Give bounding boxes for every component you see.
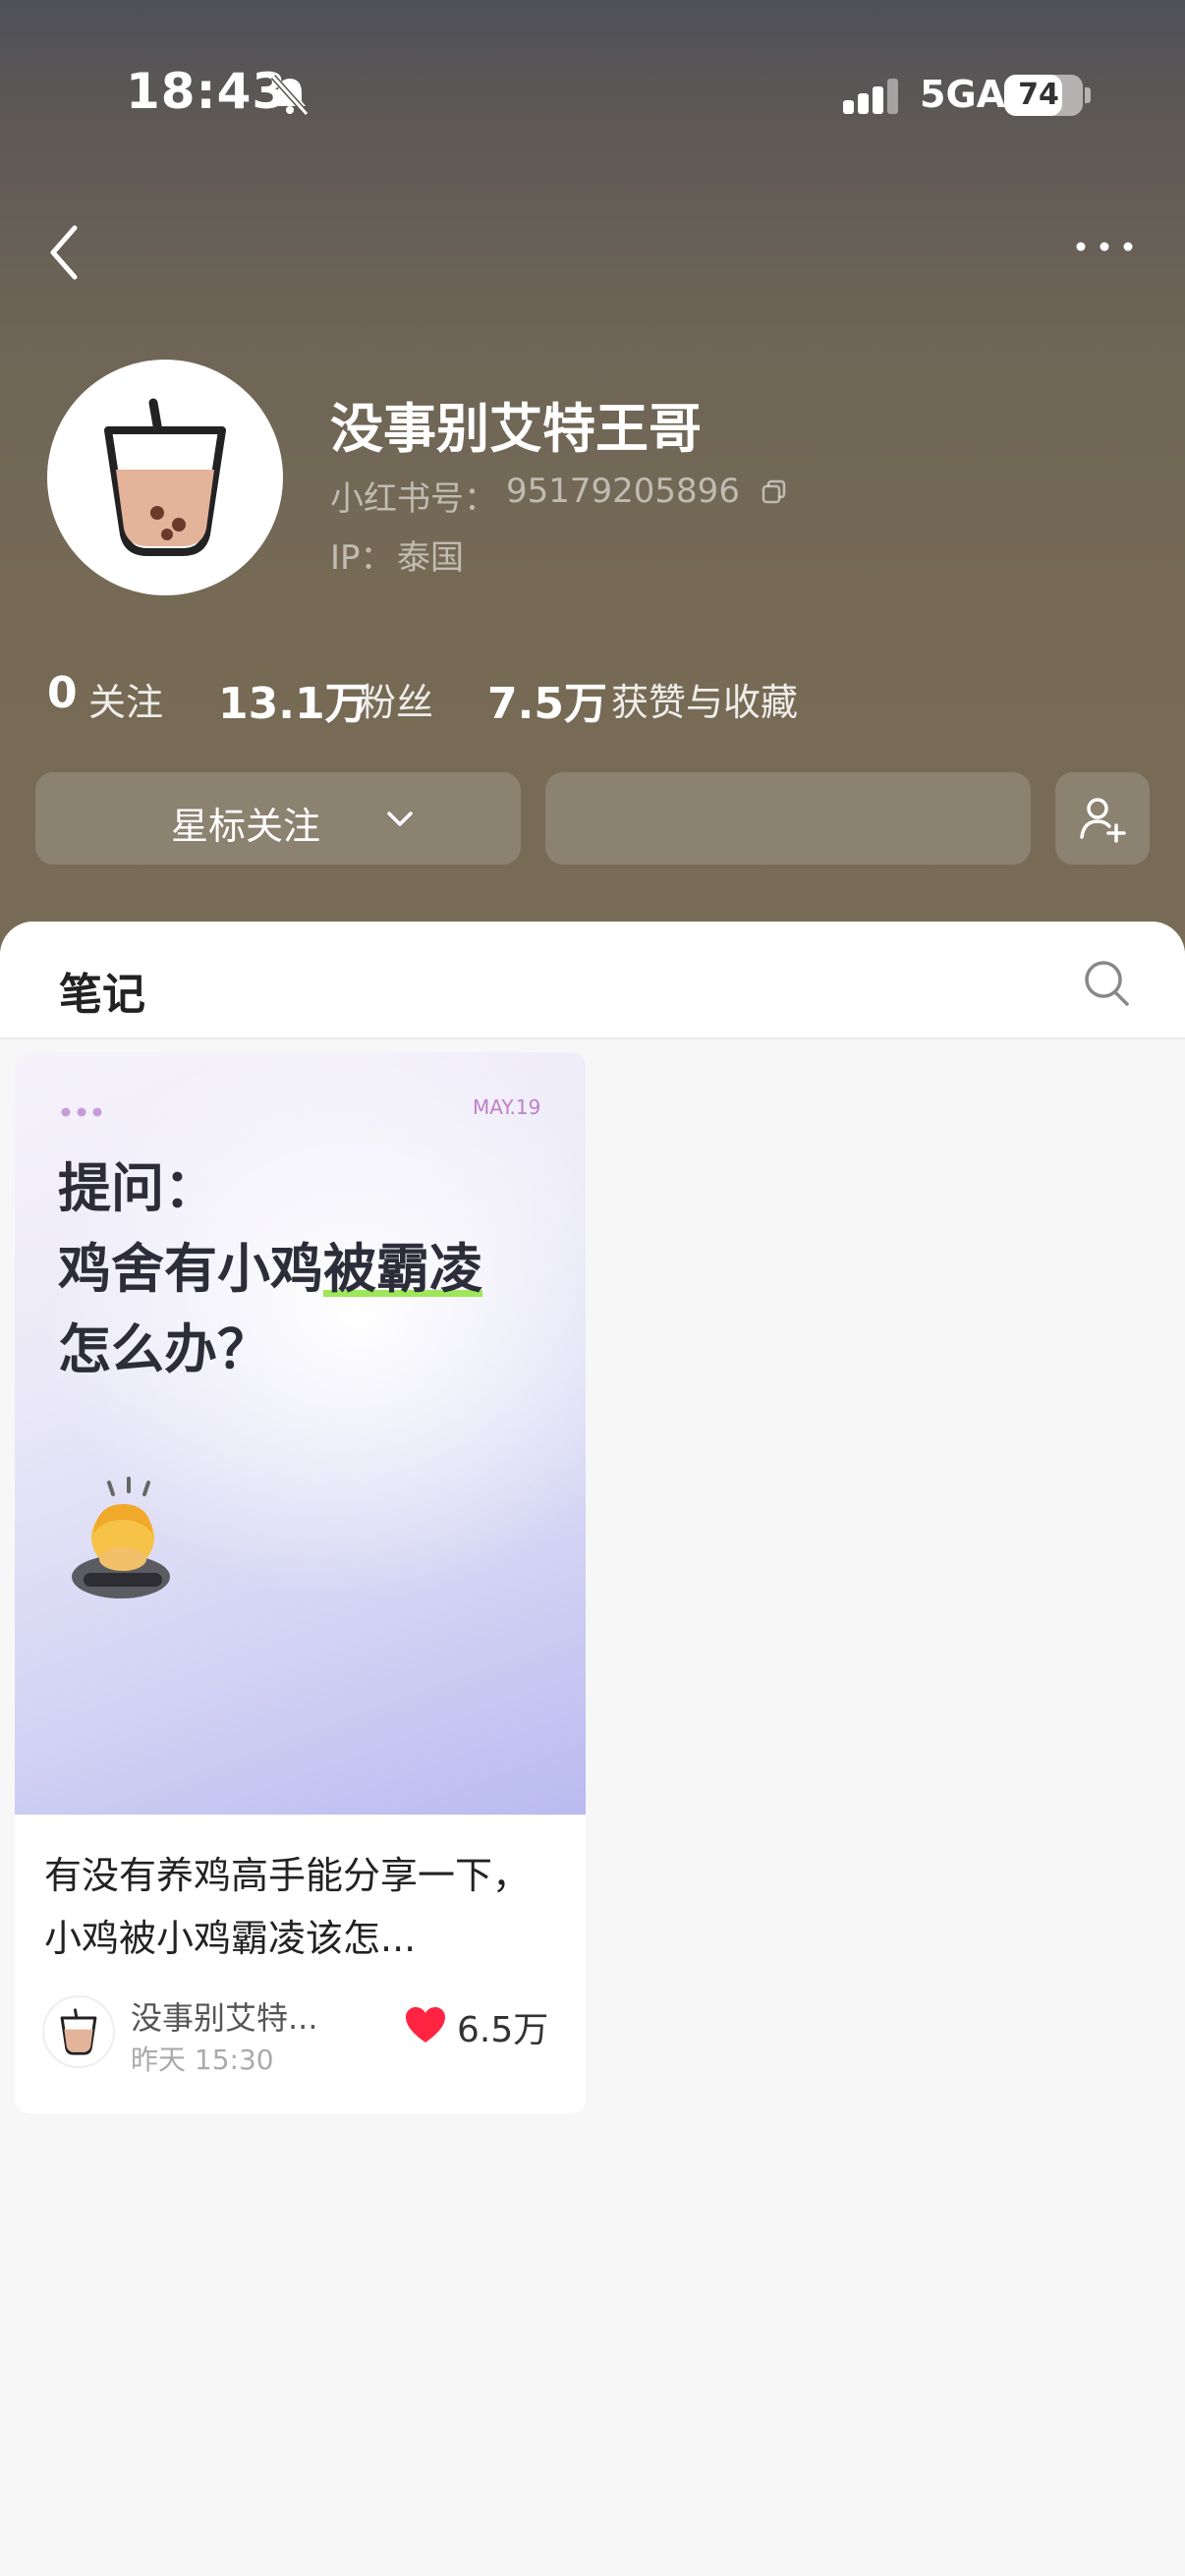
profile-header: 18:43 5GA 74 没事别艾特王哥 小红书号： 95179205896 I… bbox=[0, 0, 1185, 982]
search-icon[interactable] bbox=[1081, 957, 1132, 1008]
status-bar: 18:43 5GA 74 bbox=[0, 0, 1185, 196]
note-time: 昨天 15:30 bbox=[131, 2044, 274, 2076]
cover-date: MAY.19 bbox=[473, 1095, 541, 1119]
note-card[interactable]: MAY.19 提问： 鸡舍有小鸡被霸凌 怎么办？ 有没有养鸡高手能分享一下，小鸡… bbox=[15, 1052, 586, 2113]
star-follow-button[interactable]: 星标关注 bbox=[35, 772, 521, 865]
add-friend-button[interactable] bbox=[1055, 772, 1150, 865]
tab-bar: 笔记 bbox=[0, 922, 1185, 1039]
avatar[interactable] bbox=[47, 360, 283, 595]
back-icon[interactable] bbox=[43, 218, 86, 287]
note-likes: 6.5万 bbox=[457, 2010, 549, 2050]
chevron-down-icon bbox=[387, 812, 413, 826]
red-id-value: 95179205896 bbox=[506, 472, 740, 511]
cover-line-2a: 鸡舍有小鸡 bbox=[58, 1238, 323, 1300]
bubble-tea-icon bbox=[60, 2008, 97, 2055]
likes-label[interactable]: 获赞与收藏 bbox=[611, 672, 798, 726]
ip-label: IP： bbox=[330, 538, 394, 578]
signal-icon bbox=[843, 79, 898, 114]
bowing-person-icon bbox=[72, 1477, 170, 1598]
cover-highlight: 被霸凌 bbox=[323, 1238, 482, 1300]
note-title[interactable]: 有没有养鸡高手能分享一下，小鸡被小鸡霸凌该怎... bbox=[44, 1844, 555, 1970]
notes-panel: 笔记 MAY.19 提问： 鸡舍有小鸡被霸凌 怎么办？ 有没有养鸡高手能分享一下… bbox=[0, 922, 1185, 2576]
cover-dots-icon bbox=[61, 1107, 102, 1117]
network-type: 5GA bbox=[920, 73, 1006, 116]
tab-notes[interactable]: 笔记 bbox=[59, 959, 145, 1022]
status-time: 18:43 bbox=[126, 63, 288, 120]
cover-line-3: 怎么办？ bbox=[58, 1318, 270, 1380]
add-friend-icon bbox=[1080, 798, 1126, 843]
more-icon[interactable] bbox=[1073, 232, 1136, 261]
battery-icon: 74 bbox=[1004, 75, 1083, 116]
cover-line-1: 提问： bbox=[58, 1157, 217, 1219]
following-label[interactable]: 关注 bbox=[88, 672, 163, 726]
heart-icon[interactable] bbox=[404, 2005, 447, 2044]
following-count[interactable]: 0 bbox=[47, 668, 78, 718]
followers-label[interactable]: 粉丝 bbox=[359, 672, 433, 726]
note-cover[interactable]: MAY.19 提问： 鸡舍有小鸡被霸凌 怎么办？ bbox=[15, 1052, 586, 1815]
followers-count[interactable]: 13.1万 bbox=[218, 668, 368, 731]
bubble-tea-icon bbox=[104, 398, 226, 556]
likes-count[interactable]: 7.5万 bbox=[487, 668, 607, 731]
nickname: 没事别艾特王哥 bbox=[330, 398, 702, 460]
star-follow-label: 星标关注 bbox=[171, 805, 321, 848]
note-author[interactable]: 没事别艾特... bbox=[131, 1993, 347, 2039]
battery-level: 74 bbox=[1018, 78, 1059, 112]
cover-line-2: 鸡舍有小鸡被霸凌 bbox=[58, 1225, 482, 1303]
message-button[interactable] bbox=[545, 772, 1031, 865]
battery-tip bbox=[1085, 87, 1091, 103]
author-avatar[interactable] bbox=[42, 1995, 115, 2068]
ip-value: 泰国 bbox=[397, 538, 464, 578]
red-id-label: 小红书号： bbox=[330, 479, 497, 519]
copy-icon[interactable] bbox=[762, 479, 787, 505]
bell-muted-icon bbox=[270, 74, 310, 117]
